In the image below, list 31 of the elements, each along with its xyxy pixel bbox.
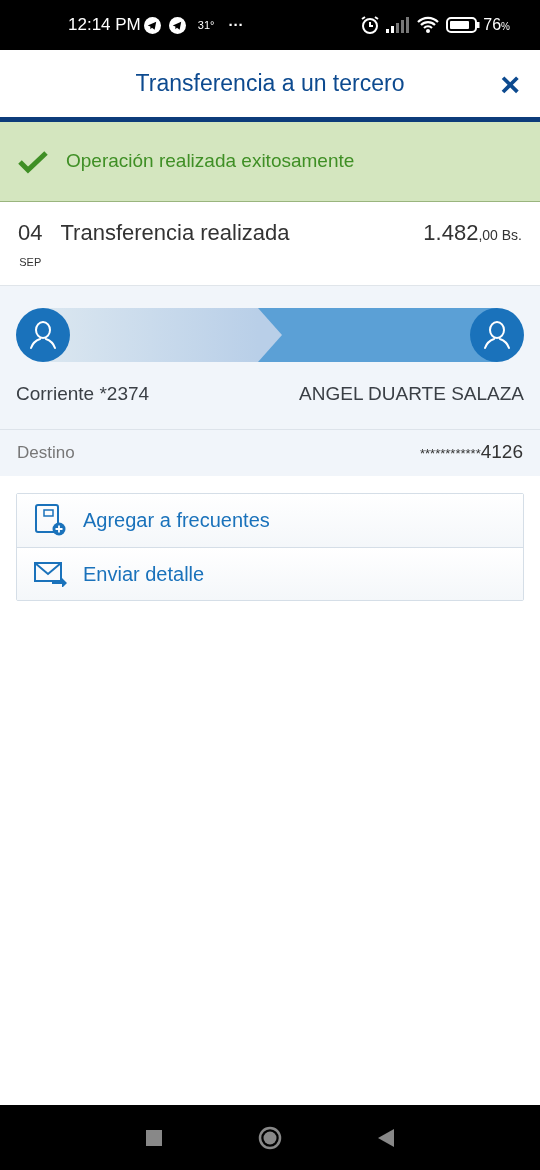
recents-button[interactable] <box>146 1129 162 1146</box>
alarm-icon <box>360 15 381 35</box>
date-day: 04 <box>18 222 43 244</box>
checkmark-icon <box>18 149 48 174</box>
recipient-name: ANGEL DUARTE SALAZA <box>299 382 524 406</box>
date-month: SEP <box>19 255 42 270</box>
recipient-avatar-icon <box>470 308 524 362</box>
amount: 1.482,00 Bs. <box>423 222 522 244</box>
temperature: 31° <box>197 17 215 33</box>
destination-label: Destino <box>17 441 75 464</box>
wifi-icon <box>416 16 441 34</box>
more-notifications: ··· <box>228 14 244 35</box>
battery-icon <box>446 17 481 33</box>
screen-title: Transferencia a un tercero <box>135 69 405 99</box>
sender-avatar-icon <box>16 308 70 362</box>
transaction-description: Transferencia realizada <box>60 222 290 244</box>
close-button[interactable]: × <box>500 66 520 101</box>
envelope-arrow-icon <box>34 560 68 587</box>
clock: 12:14 PM <box>68 14 141 37</box>
action-row[interactable]: Agregar a frecuentes <box>17 493 523 547</box>
back-button[interactable] <box>378 1128 394 1147</box>
battery-percent: 76% <box>483 15 510 35</box>
destination-account: ************4126 <box>420 440 523 465</box>
telegram-icon <box>143 16 161 34</box>
home-button[interactable] <box>258 1125 282 1150</box>
source-account: Corriente *2374 <box>16 382 150 406</box>
signal-icon <box>386 17 411 33</box>
action-row[interactable]: Enviar detalle <box>17 546 523 600</box>
success-message: Operación realizada exitosamente <box>66 149 355 174</box>
notebook-plus-icon <box>34 504 68 536</box>
telegram-icon <box>168 16 186 34</box>
